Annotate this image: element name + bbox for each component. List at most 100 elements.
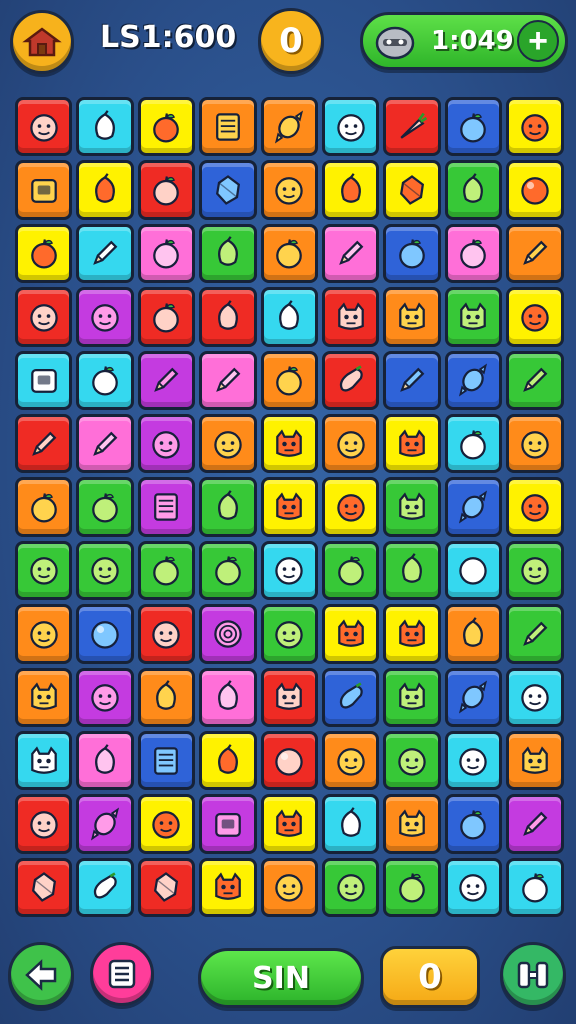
tile[interactable] [15,730,73,791]
tile[interactable] [199,287,257,347]
tile[interactable] [260,794,318,854]
tile[interactable] [260,97,318,157]
tile[interactable] [137,350,196,410]
tile[interactable] [383,477,441,537]
tile[interactable] [15,97,73,157]
tile[interactable] [137,223,196,284]
tile[interactable] [383,604,441,664]
tile[interactable] [260,160,318,220]
tile[interactable] [199,730,257,791]
shield-button[interactable]: 0 [258,8,324,74]
tile[interactable] [444,540,503,601]
tile[interactable] [506,97,564,157]
tile[interactable] [506,730,564,791]
tile[interactable] [76,477,134,537]
home-button[interactable] [10,10,74,74]
tile[interactable] [15,794,73,854]
menu-button[interactable] [90,942,154,1006]
tile[interactable] [444,667,503,727]
tile[interactable] [137,540,196,601]
tile[interactable] [260,287,318,347]
tile[interactable] [260,604,318,664]
tile[interactable] [321,413,380,474]
tile[interactable] [506,287,564,347]
counter-button[interactable]: 0 [380,946,480,1008]
tile[interactable] [321,477,380,537]
tile[interactable] [76,287,134,347]
tile[interactable] [506,477,564,537]
tile[interactable] [383,160,441,220]
tile[interactable] [76,857,134,918]
tile[interactable] [506,350,564,410]
tile[interactable] [76,97,134,157]
tile[interactable] [321,223,380,284]
tile[interactable] [137,160,196,220]
tile[interactable] [260,350,318,410]
tile[interactable] [506,794,564,854]
tile[interactable] [444,413,503,474]
tile[interactable] [506,223,564,284]
tile[interactable] [383,97,441,157]
tile[interactable] [260,730,318,791]
tile[interactable] [76,540,134,601]
tile[interactable] [383,667,441,727]
tile[interactable] [383,540,441,601]
tile[interactable] [321,667,380,727]
tile[interactable] [383,350,441,410]
tile[interactable] [76,667,134,727]
tile[interactable] [15,857,73,918]
tile[interactable] [199,97,257,157]
tile[interactable] [15,160,73,220]
tile[interactable] [444,857,503,918]
tile[interactable] [321,604,380,664]
add-time-button[interactable]: + [517,20,559,62]
tile[interactable] [76,413,134,474]
tile[interactable] [444,730,503,791]
tile[interactable] [15,287,73,347]
tile[interactable] [137,477,196,537]
tile[interactable] [76,730,134,791]
tile[interactable] [506,857,564,918]
tile[interactable] [199,794,257,854]
tile[interactable] [444,350,503,410]
tile[interactable] [15,223,73,284]
tile[interactable] [321,160,380,220]
tile[interactable] [260,413,318,474]
tile[interactable] [137,667,196,727]
tile[interactable] [444,160,503,220]
tile[interactable] [76,604,134,664]
tile[interactable] [137,287,196,347]
hammer-button[interactable] [500,942,566,1008]
tile[interactable] [15,540,73,601]
tile[interactable] [15,413,73,474]
tile[interactable] [444,97,503,157]
tile[interactable] [383,794,441,854]
tile[interactable] [444,794,503,854]
tile[interactable] [383,857,441,918]
tile[interactable] [199,413,257,474]
tile[interactable] [321,97,380,157]
tile[interactable] [199,160,257,220]
tile[interactable] [137,97,196,157]
tile[interactable] [260,857,318,918]
tile[interactable] [137,413,196,474]
tile[interactable] [199,223,257,284]
tile[interactable] [383,730,441,791]
tile[interactable] [199,477,257,537]
tile[interactable] [506,160,564,220]
tile[interactable] [506,540,564,601]
tile[interactable] [321,350,380,410]
tile[interactable] [76,350,134,410]
tile[interactable] [15,477,73,537]
tile[interactable] [76,223,134,284]
tile[interactable] [260,223,318,284]
tile[interactable] [199,857,257,918]
tile[interactable] [383,413,441,474]
tile[interactable] [15,604,73,664]
tile[interactable] [444,477,503,537]
tile[interactable] [321,730,380,791]
tile[interactable] [444,604,503,664]
tile[interactable] [383,287,441,347]
tile[interactable] [321,857,380,918]
tile[interactable] [321,540,380,601]
